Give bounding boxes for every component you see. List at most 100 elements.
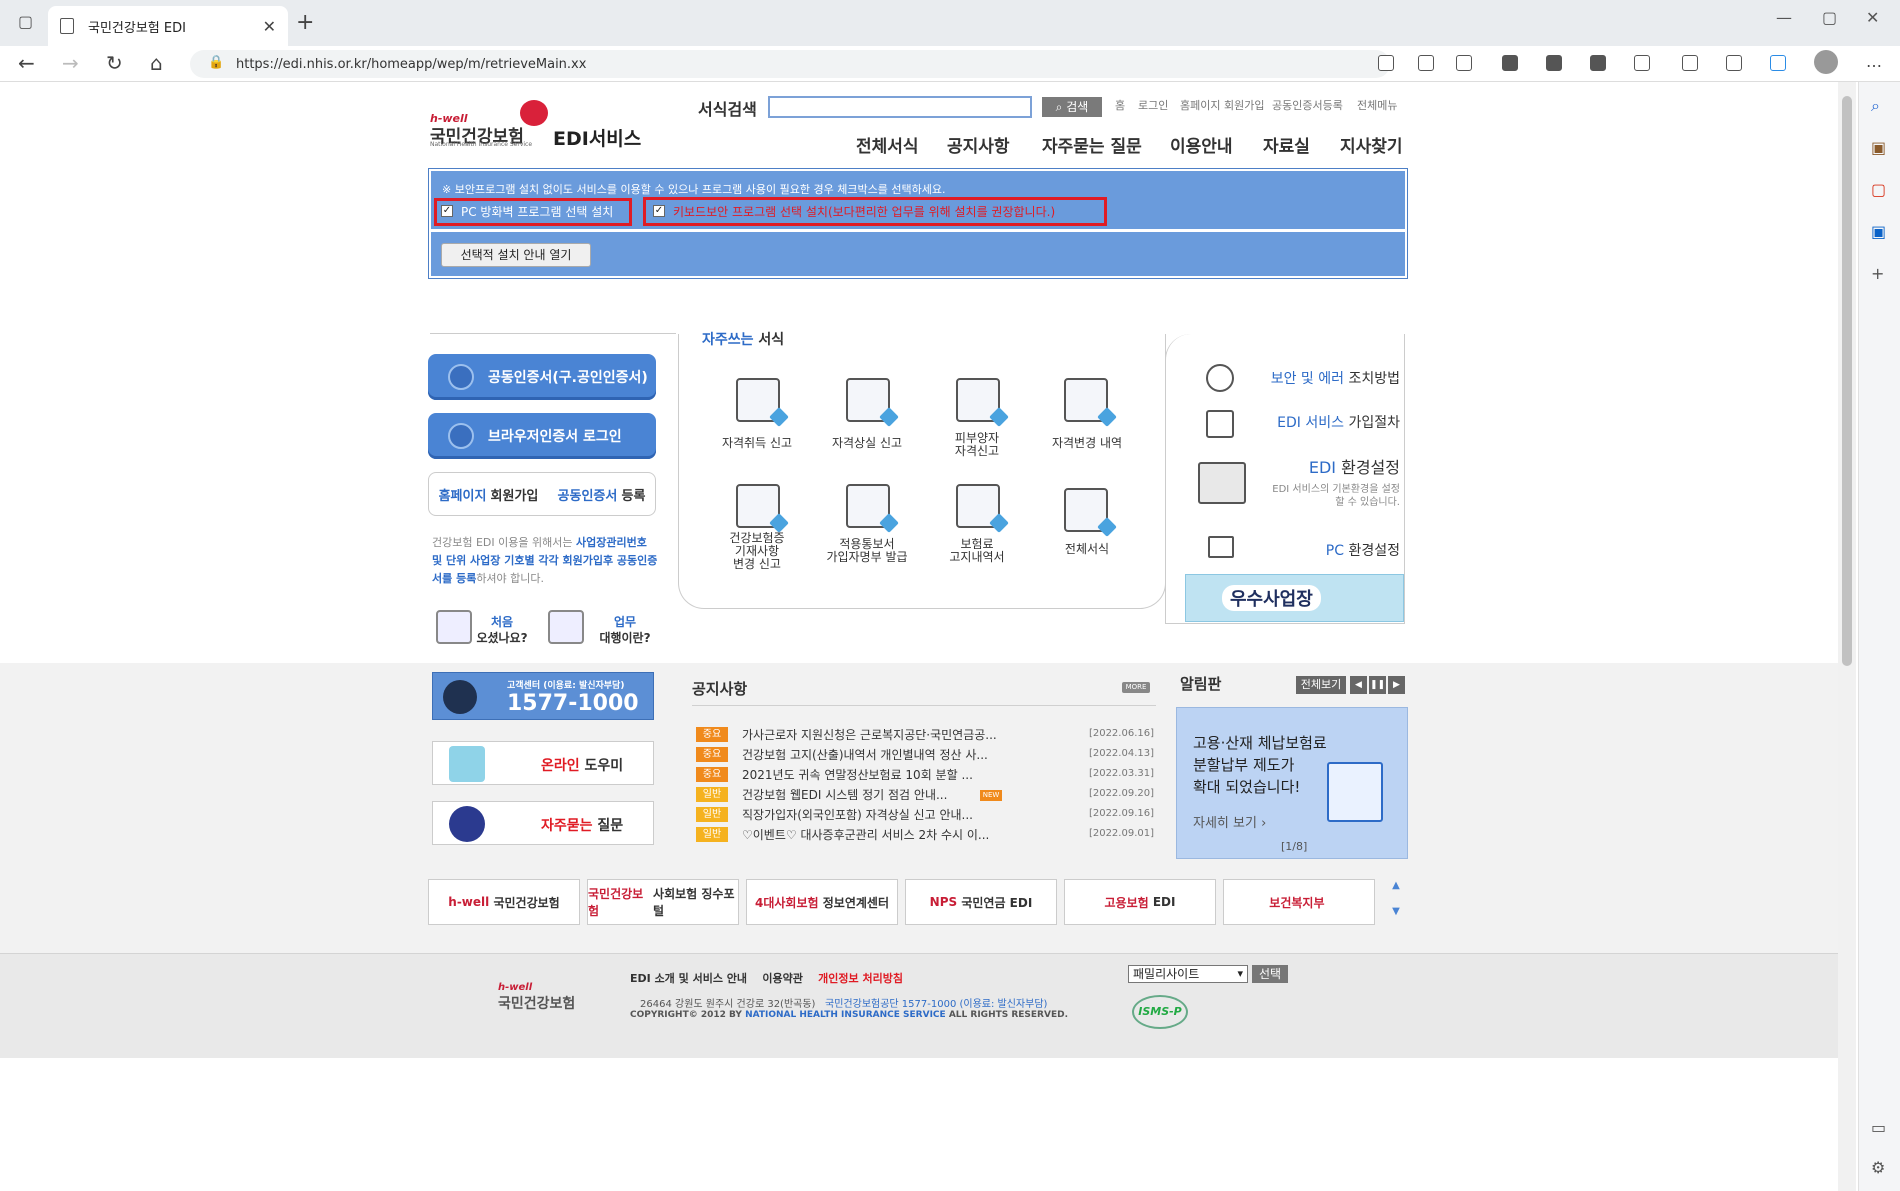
form-loss-label[interactable]: 자격상실 신고 bbox=[812, 437, 922, 450]
collections-icon[interactable] bbox=[1726, 55, 1742, 71]
first-visit-icon[interactable] bbox=[436, 610, 472, 644]
join-procedure-icon[interactable] bbox=[1206, 410, 1234, 438]
form-all-icon[interactable] bbox=[1064, 488, 1108, 532]
nav-branch[interactable]: 지사찾기 bbox=[1340, 132, 1403, 157]
notice-row[interactable]: 일반 ♡이벤트♡ 대사증후군관리 서비스 2차 수시 이... [2022.09.0… bbox=[696, 826, 1154, 846]
screenshot-icon[interactable] bbox=[1770, 55, 1786, 71]
footer-link-about[interactable]: EDI 소개 및 서비스 안내 bbox=[630, 972, 747, 985]
monitor-icon[interactable] bbox=[1208, 536, 1234, 558]
notice-row[interactable]: 중요 2021년도 귀속 연말정산보험료 10회 분할 ... [2022.03.3… bbox=[696, 766, 1154, 786]
new-tab-icon[interactable]: + bbox=[296, 10, 314, 35]
favorites-icon[interactable] bbox=[1682, 55, 1698, 71]
keyboard-security-label[interactable]: 키보드보안 프로그램 선택 설치(보다편리한 업무를 위해 설치를 권장합니다.… bbox=[673, 203, 1055, 220]
form-search-input[interactable] bbox=[768, 96, 1032, 118]
profile-avatar[interactable] bbox=[1814, 50, 1838, 74]
board-pause-icon[interactable]: ❚❚ bbox=[1369, 676, 1386, 694]
extension-icon[interactable] bbox=[1502, 55, 1518, 71]
more-icon[interactable]: … bbox=[1866, 52, 1882, 71]
form-change-icon[interactable] bbox=[1064, 378, 1108, 422]
refresh-icon[interactable]: ↻ bbox=[106, 51, 123, 75]
form-dependent-label[interactable]: 피부양자 자격신고 bbox=[922, 432, 1032, 458]
notice-title[interactable]: 2021년도 귀속 연말정산보험료 10회 분할 ... bbox=[742, 766, 973, 783]
scrollbar-thumb[interactable] bbox=[1842, 96, 1852, 666]
notices-more-button[interactable]: MORE bbox=[1122, 682, 1150, 693]
url-field[interactable]: 🔒 https://edi.nhis.or.kr/homeapp/wep/m/r… bbox=[190, 50, 1390, 78]
footer-link-terms[interactable]: 이용약관 bbox=[762, 972, 802, 985]
keyboard-security-checkbox[interactable]: ✓ bbox=[653, 205, 665, 217]
top-link-join[interactable]: 홈페이지 회원가입 bbox=[1180, 97, 1264, 113]
form-card-icon[interactable] bbox=[736, 484, 780, 528]
form-notice-label[interactable]: 적용통보서 가입자명부 발급 bbox=[812, 538, 922, 564]
security-error-link[interactable]: 보안 및 에러 조치방법 bbox=[1240, 368, 1400, 388]
partner-logo[interactable]: h-well 국민건강보험 bbox=[428, 879, 580, 925]
error-icon[interactable] bbox=[1206, 364, 1234, 392]
partners-down-icon[interactable]: ▼ bbox=[1388, 906, 1404, 924]
online-helper-button[interactable]: 온라인 도우미 bbox=[432, 741, 654, 785]
nav-all-forms[interactable]: 전체서식 bbox=[856, 132, 919, 157]
notice-title[interactable]: 가사근로자 지원신청은 근로복지공단·국민연금공... bbox=[742, 726, 997, 743]
nav-faq[interactable]: 자주묻는 질문 bbox=[1042, 132, 1142, 157]
browser-cert-login-button[interactable]: 브라우저인증서 로그인 bbox=[428, 413, 656, 459]
agent-link[interactable]: 업무 대행이란? bbox=[590, 614, 660, 646]
nav-library[interactable]: 자료실 bbox=[1263, 132, 1310, 157]
extension-2-icon[interactable] bbox=[1590, 55, 1606, 71]
edi-settings-link[interactable]: EDI 환경설정 bbox=[1280, 454, 1400, 478]
page-scrollbar[interactable] bbox=[1838, 82, 1856, 1191]
top-link-cert[interactable]: 공동인증서등록 bbox=[1272, 97, 1343, 113]
notice-row[interactable]: 중요 가사근로자 지원신청은 근로복지공단·국민연금공... [2022.06.16… bbox=[696, 726, 1154, 746]
favorite-add-icon[interactable] bbox=[1456, 55, 1472, 71]
notice-title[interactable]: 건강보험 웹EDI 시스템 정기 점검 안내... bbox=[742, 786, 947, 803]
form-acquire-label[interactable]: 자격취득 신고 bbox=[702, 437, 812, 450]
tab-actions-icon[interactable]: ▢ bbox=[18, 12, 33, 31]
firewall-checkbox[interactable]: ✓ bbox=[441, 205, 453, 217]
board-prev-icon[interactable]: ◀ bbox=[1350, 676, 1367, 694]
footer-link-privacy[interactable]: 개인정보 처리방침 bbox=[818, 972, 903, 985]
extension-s-icon[interactable] bbox=[1546, 55, 1562, 71]
family-site-select[interactable]: 패밀리사이트 bbox=[1128, 965, 1248, 983]
extensions-icon[interactable] bbox=[1634, 55, 1650, 71]
form-calculator-icon[interactable] bbox=[956, 484, 1000, 528]
board-next-icon[interactable]: ▶ bbox=[1388, 676, 1405, 694]
notice-title[interactable]: 직장가입자(외국인포함) 자격상실 신고 안내... bbox=[742, 806, 973, 823]
form-card-label[interactable]: 건강보험증 기재사항 변경 신고 bbox=[702, 532, 812, 571]
office-icon[interactable]: ▢ bbox=[1871, 180, 1886, 199]
firewall-label[interactable]: PC 방화벽 프로그램 선택 설치 bbox=[461, 203, 613, 220]
settings-gear-icon[interactable]: ⚙ bbox=[1871, 1158, 1885, 1177]
tools-icon[interactable]: ▣ bbox=[1871, 138, 1886, 157]
board-slide[interactable]: 고용·산재 체납보험료 분할납부 제도가 확대 되었습니다! 자세히 보기 › [1… bbox=[1176, 707, 1408, 859]
home-icon[interactable]: ⌂ bbox=[150, 51, 163, 75]
partner-logo[interactable]: 4대사회보험 정보연계센터 bbox=[746, 879, 898, 925]
gears-folder-icon[interactable] bbox=[1198, 462, 1246, 504]
form-premium-label[interactable]: 보험료 고지내역서 bbox=[922, 538, 1032, 564]
partners-up-icon[interactable]: ▲ bbox=[1388, 880, 1404, 898]
nav-guide[interactable]: 이용안내 bbox=[1170, 132, 1233, 157]
excellent-workplace-banner[interactable]: 우수사업장 bbox=[1185, 574, 1404, 622]
homepage-join-link[interactable]: 홈페이지 회원가입 bbox=[439, 485, 539, 504]
board-all-button[interactable]: 전체보기 bbox=[1296, 676, 1346, 694]
cert-register-link[interactable]: 공동인증서 등록 bbox=[558, 485, 646, 504]
notice-row[interactable]: 일반 건강보험 웹EDI 시스템 정기 점검 안내... NEW [2022.09.2… bbox=[696, 786, 1154, 806]
sidebar-toggle-icon[interactable]: ▭ bbox=[1871, 1118, 1886, 1137]
search-button[interactable]: ⌕ 검색 bbox=[1042, 97, 1102, 117]
top-link-allmenu[interactable]: 전체메뉴 bbox=[1357, 97, 1397, 113]
maximize-icon[interactable]: ▢ bbox=[1822, 8, 1837, 27]
form-change-label[interactable]: 자격변경 내역 bbox=[1032, 437, 1142, 450]
form-dependent-icon[interactable] bbox=[956, 378, 1000, 422]
nav-notices[interactable]: 공지사항 bbox=[947, 132, 1010, 157]
partner-logo[interactable]: 보건복지부 bbox=[1223, 879, 1375, 925]
family-site-button[interactable]: 선택 bbox=[1252, 965, 1288, 983]
cert-login-button[interactable]: 공동인증서(구.공인인증서) bbox=[428, 354, 656, 400]
notice-row[interactable]: 일반 직장가입자(외국인포함) 자격상실 신고 안내... [2022.09.16] bbox=[696, 806, 1154, 826]
agent-icon[interactable] bbox=[548, 610, 584, 644]
board-detail-link[interactable]: 자세히 보기 › bbox=[1193, 812, 1266, 831]
pc-settings-link[interactable]: PC 환경설정 bbox=[1280, 540, 1400, 560]
form-printer-icon[interactable] bbox=[846, 484, 890, 528]
form-all-label[interactable]: 전체서식 bbox=[1032, 543, 1142, 556]
browser-tab[interactable]: 국민건강보험 EDI ✕ bbox=[48, 6, 288, 46]
partner-logo[interactable]: NPS 국민연금 EDI bbox=[905, 879, 1057, 925]
top-link-login[interactable]: 로그인 bbox=[1138, 97, 1168, 113]
notice-row[interactable]: 중요 건강보험 고지(산출)내역서 개인별내역 정산 사... [2022.04.1… bbox=[696, 746, 1154, 766]
close-window-icon[interactable]: ✕ bbox=[1866, 8, 1879, 27]
outlook-icon[interactable]: ▣ bbox=[1871, 222, 1886, 241]
add-icon[interactable]: + bbox=[1871, 264, 1884, 283]
